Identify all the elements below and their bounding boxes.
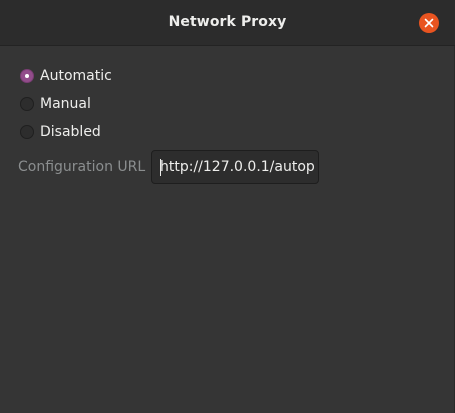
radio-button-disabled[interactable] xyxy=(20,125,34,139)
radio-label-disabled: Disabled xyxy=(40,124,101,140)
close-button[interactable] xyxy=(419,13,439,33)
configuration-url-label: Configuration URL xyxy=(18,159,146,175)
network-proxy-window: Network Proxy Automatic Manual Disabled … xyxy=(0,0,455,413)
title-bar: Network Proxy xyxy=(0,0,455,46)
configuration-url-input[interactable]: http://127.0.0.1/autop xyxy=(151,150,319,184)
radio-manual[interactable]: Manual xyxy=(20,95,91,113)
radio-button-automatic[interactable] xyxy=(20,69,34,83)
text-caret xyxy=(160,159,161,176)
window-title: Network Proxy xyxy=(168,14,287,30)
radio-button-manual[interactable] xyxy=(20,97,34,111)
radio-label-automatic: Automatic xyxy=(40,68,112,84)
close-icon xyxy=(424,18,434,28)
radio-automatic[interactable]: Automatic xyxy=(20,67,112,85)
configuration-url-value: http://127.0.0.1/autop xyxy=(160,159,315,175)
radio-label-manual: Manual xyxy=(40,96,91,112)
radio-disabled[interactable]: Disabled xyxy=(20,123,101,141)
